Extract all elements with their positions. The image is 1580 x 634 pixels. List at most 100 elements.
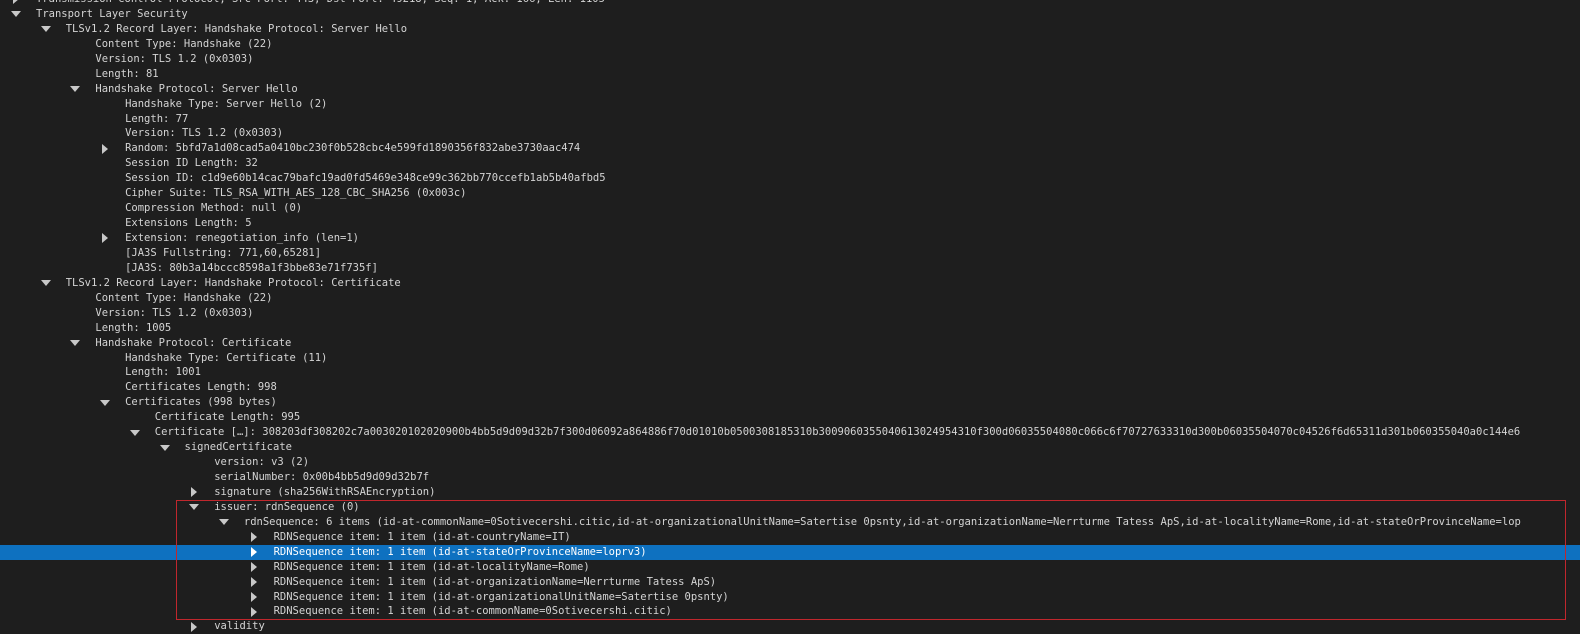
record-layer-server-hello-row[interactable]: TLSv1.2 Record Layer: Handshake Protocol… (0, 22, 1580, 37)
row-label: RDNSequence item: 1 item (id-at-organiza… (273, 575, 717, 588)
row-label: RDNSequence item: 1 item (id-at-commonNa… (273, 605, 672, 618)
row-label: validity (214, 620, 265, 633)
field-row[interactable]: Certificates Length: 998 (0, 380, 1580, 395)
validity-row[interactable]: validity (0, 619, 1580, 634)
field-row[interactable]: Compression Method: null (0) (0, 201, 1580, 216)
row-label: Length: 81 (95, 67, 159, 80)
field-row[interactable]: version: v3 (2) (0, 455, 1580, 470)
field-row[interactable]: Handshake Type: Certificate (11) (0, 351, 1580, 366)
row-label: Certificates Length: 998 (125, 381, 277, 394)
collapse-triangle-icon[interactable] (98, 141, 112, 156)
collapse-triangle-icon[interactable] (247, 545, 261, 560)
row-label: version: v3 (2) (214, 456, 310, 469)
row-label: RDNSequence item: 1 item (id-at-countryN… (273, 530, 571, 543)
row-label: Content Type: Handshake (22) (95, 291, 273, 304)
extension-row[interactable]: Extension: renegotiation_info (len=1) (0, 231, 1580, 246)
row-label: TLSv1.2 Record Layer: Handshake Protocol… (65, 22, 408, 35)
row-label: Version: TLS 1.2 (0x0303) (95, 306, 254, 319)
field-row[interactable]: Session ID: c1d9e60b14cac79bafc19ad0fd54… (0, 171, 1580, 186)
row-label: Transmission Control Protocol, Src Port:… (36, 0, 605, 7)
row-label: Extensions Length: 5 (125, 217, 252, 230)
row-label: Certificate Length: 995 (154, 411, 301, 424)
field-row[interactable]: serialNumber: 0x00b4bb5d9d09d32b7f (0, 470, 1580, 485)
collapse-triangle-icon[interactable] (247, 604, 261, 619)
row-label: Version: TLS 1.2 (0x0303) (95, 52, 254, 65)
rdn-item-row-selected[interactable]: RDNSequence item: 1 item (id-at-stateOrP… (0, 544, 1580, 560)
collapse-triangle-icon[interactable] (247, 590, 261, 605)
expand-triangle-icon[interactable] (217, 515, 231, 530)
rdn-sequence-row[interactable]: rdnSequence: 6 items (id-at-commonName=0… (0, 515, 1580, 530)
row-label: rdnSequence: 6 items (id-at-commonName=0… (243, 515, 1521, 528)
expand-triangle-icon[interactable] (68, 82, 82, 97)
expand-triangle-icon[interactable] (68, 336, 82, 351)
field-row[interactable]: Session ID Length: 32 (0, 156, 1580, 171)
field-row[interactable]: Length: 77 (0, 112, 1580, 127)
field-row[interactable]: Version: TLS 1.2 (0x0303) (0, 306, 1580, 321)
field-row[interactable]: [JA3S: 80b3a14bccc8598a1f3bbe83e71f735f] (0, 261, 1580, 276)
signature-row[interactable]: signature (sha256WithRSAEncryption) (0, 485, 1580, 500)
expand-triangle-icon[interactable] (39, 276, 53, 291)
row-label: Content Type: Handshake (22) (95, 37, 273, 50)
field-row[interactable]: Content Type: Handshake (22) (0, 37, 1580, 52)
row-label: RDNSequence item: 1 item (id-at-locality… (273, 560, 590, 573)
collapse-triangle-icon[interactable] (187, 619, 201, 634)
certificates-row[interactable]: Certificates (998 bytes) (0, 395, 1580, 410)
row-label: Compression Method: null (0) (125, 202, 303, 215)
certificate-row[interactable]: Certificate […]: 308203df308202c7a003020… (0, 425, 1580, 440)
collapse-triangle-icon[interactable] (98, 231, 112, 246)
expand-triangle-icon[interactable] (187, 500, 201, 515)
row-label: Random: 5bfd7a1d08cad5a0410bc230f0b528cb… (125, 142, 581, 155)
expand-triangle-icon[interactable] (98, 395, 112, 410)
row-label: Handshake Type: Server Hello (2) (125, 97, 328, 110)
field-row[interactable]: Handshake Type: Server Hello (2) (0, 97, 1580, 112)
field-row[interactable]: Content Type: Handshake (22) (0, 291, 1580, 306)
rdn-item-row[interactable]: RDNSequence item: 1 item (id-at-organiza… (0, 575, 1580, 590)
field-row[interactable]: Certificate Length: 995 (0, 410, 1580, 425)
random-row[interactable]: Random: 5bfd7a1d08cad5a0410bc230f0b528cb… (0, 141, 1580, 156)
row-label: TLSv1.2 Record Layer: Handshake Protocol… (65, 276, 401, 289)
field-row[interactable]: Version: TLS 1.2 (0x0303) (0, 52, 1580, 67)
field-row[interactable]: Length: 81 (0, 67, 1580, 82)
record-layer-certificate-row[interactable]: TLSv1.2 Record Layer: Handshake Protocol… (0, 276, 1580, 291)
field-row[interactable]: Length: 1005 (0, 321, 1580, 336)
rdn-item-row[interactable]: RDNSequence item: 1 item (id-at-locality… (0, 560, 1580, 575)
field-row[interactable]: Length: 1001 (0, 365, 1580, 380)
expand-triangle-icon[interactable] (39, 22, 53, 37)
row-label: Handshake Protocol: Certificate (95, 336, 292, 349)
expand-triangle-icon[interactable] (128, 425, 142, 440)
handshake-certificate-row[interactable]: Handshake Protocol: Certificate (0, 336, 1580, 351)
row-label: Certificates (998 bytes) (125, 396, 277, 409)
row-label: Length: 77 (125, 112, 189, 125)
row-label: Length: 1005 (95, 321, 172, 334)
rdn-item-row[interactable]: RDNSequence item: 1 item (id-at-organiza… (0, 590, 1580, 605)
collapse-triangle-icon[interactable] (9, 0, 23, 7)
handshake-server-hello-row[interactable]: Handshake Protocol: Server Hello (0, 82, 1580, 97)
rdn-item-row[interactable]: RDNSequence item: 1 item (id-at-countryN… (0, 530, 1580, 545)
row-label: Session ID Length: 32 (125, 157, 258, 170)
packet-details-tree: Transmission Control Protocol, Src Port:… (0, 0, 1580, 634)
row-label: serialNumber: 0x00b4bb5d9d09d32b7f (214, 471, 430, 483)
expand-triangle-icon[interactable] (9, 7, 23, 22)
collapse-triangle-icon[interactable] (247, 530, 261, 545)
row-label: Version: TLS 1.2 (0x0303) (125, 127, 284, 140)
row-label: Cipher Suite: TLS_RSA_WITH_AES_128_CBC_S… (125, 187, 467, 200)
row-label: Extension: renegotiation_info (len=1) (125, 232, 359, 244)
row-label: Transport Layer Security (36, 7, 188, 20)
tls-row[interactable]: Transport Layer Security (0, 7, 1580, 22)
field-row[interactable]: Extensions Length: 5 (0, 216, 1580, 231)
issuer-row[interactable]: issuer: rdnSequence (0) (0, 500, 1580, 515)
tcp-row[interactable]: Transmission Control Protocol, Src Port:… (0, 0, 1580, 7)
collapse-triangle-icon[interactable] (247, 560, 261, 575)
rdn-item-row[interactable]: RDNSequence item: 1 item (id-at-commonNa… (0, 604, 1580, 619)
field-row[interactable]: [JA3S Fullstring: 771,60,65281] (0, 246, 1580, 261)
row-label: [JA3S: 80b3a14bccc8598a1f3bbe83e71f735f] (125, 261, 378, 274)
collapse-triangle-icon[interactable] (187, 485, 201, 500)
row-label: [JA3S Fullstring: 771,60,65281] (125, 246, 322, 259)
row-label: Session ID: c1d9e60b14cac79bafc19ad0fd54… (125, 172, 606, 185)
signed-certificate-row[interactable]: signedCertificate (0, 440, 1580, 455)
row-label: issuer: rdnSequence (0) (214, 500, 360, 513)
field-row[interactable]: Version: TLS 1.2 (0x0303) (0, 126, 1580, 141)
field-row[interactable]: Cipher Suite: TLS_RSA_WITH_AES_128_CBC_S… (0, 186, 1580, 201)
collapse-triangle-icon[interactable] (247, 575, 261, 590)
expand-triangle-icon[interactable] (158, 440, 172, 455)
